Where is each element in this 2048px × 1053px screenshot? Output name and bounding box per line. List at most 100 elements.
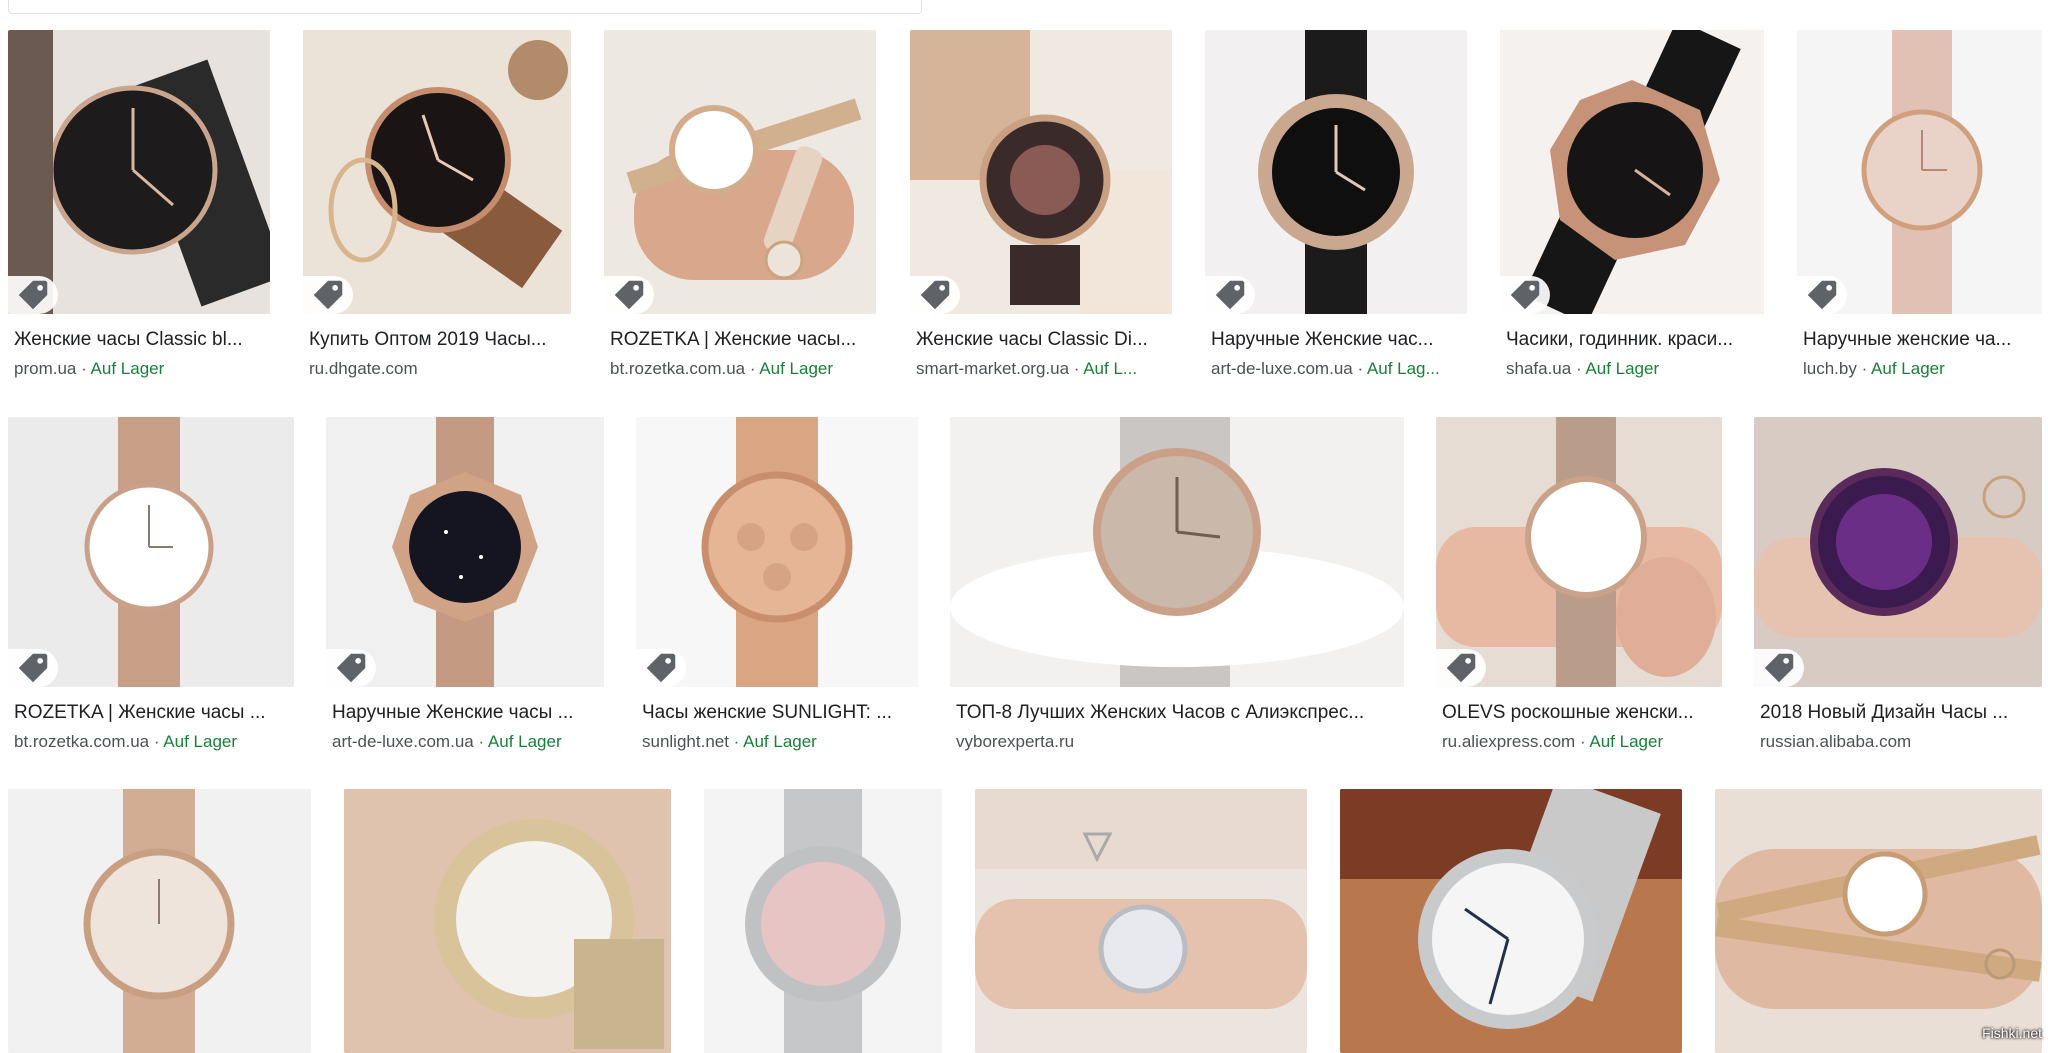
result-title[interactable]: ROZETKA | Женские часы...	[604, 328, 876, 352]
result-thumbnail[interactable]	[704, 789, 942, 1053]
stock-status: Auf Lager	[487, 732, 562, 751]
image-result[interactable]	[344, 789, 671, 1053]
result-title[interactable]: Женские часы Classic Di...	[910, 328, 1172, 352]
result-title[interactable]: 2018 Новый Дизайн Часы ...	[1754, 701, 2042, 725]
result-thumbnail[interactable]	[8, 30, 270, 314]
tag-icon[interactable]	[8, 276, 58, 314]
result-thumbnail[interactable]	[975, 789, 1307, 1053]
result-title[interactable]: Женские часы Classic bl...	[8, 328, 270, 352]
tag-icon[interactable]	[1205, 276, 1255, 314]
result-title[interactable]: ТОП-8 Лучших Женских Часов с Алиэкспрес.…	[950, 701, 1404, 725]
result-title[interactable]: ROZETKA | Женские часы ...	[8, 701, 294, 725]
image-result[interactable]: Часики, годинник. краси... shafa.ua · Au…	[1500, 30, 1764, 380]
image-result[interactable]	[1715, 789, 2042, 1053]
tag-icon[interactable]	[910, 276, 960, 314]
result-thumbnail[interactable]	[636, 417, 918, 687]
result-thumbnail[interactable]	[1205, 30, 1467, 314]
image-result[interactable]: OLEVS роскошные женски... ru.aliexpress.…	[1436, 417, 1722, 753]
result-source: art-de-luxe.com.ua · Auf Lag...	[1211, 359, 1440, 378]
stock-status: Auf Lager	[1589, 732, 1664, 751]
watch-image	[1715, 789, 2042, 1053]
image-result[interactable]	[1340, 789, 1682, 1053]
image-result[interactable]: ТОП-8 Лучших Женских Часов с Алиэкспрес.…	[950, 417, 1404, 753]
watch-image	[704, 789, 942, 1053]
tag-icon[interactable]	[326, 649, 376, 687]
source-domain: bt.rozetka.com.ua	[610, 359, 746, 378]
result-thumbnail[interactable]	[8, 417, 294, 687]
result-thumbnail[interactable]	[344, 789, 671, 1053]
watch-image	[1754, 417, 2042, 687]
result-source: smart-market.org.ua · Auf L...	[916, 359, 1138, 378]
stock-status: Auf Lager	[163, 732, 238, 751]
image-result[interactable]	[8, 789, 311, 1053]
stock-status: Auf Lager	[759, 359, 834, 378]
image-result[interactable]: Купить Оптом 2019 Часы... ru.dhgate.com	[303, 30, 571, 380]
result-title[interactable]: Часики, годинник. краси...	[1500, 328, 1764, 352]
image-result[interactable]: ROZETKA | Женские часы ... bt.rozetka.co…	[8, 417, 294, 753]
stock-status: Auf Lager	[743, 732, 817, 751]
result-source: ru.dhgate.com	[303, 358, 571, 380]
tag-icon[interactable]	[303, 276, 353, 314]
image-result[interactable]: Наручные женские ча... luch.by · Auf Lag…	[1797, 30, 2042, 380]
image-result[interactable]: 2018 Новый Дизайн Часы ... russian.aliba…	[1754, 417, 2042, 753]
result-thumbnail[interactable]	[910, 30, 1172, 314]
image-result[interactable]: Часы женские SUNLIGHT: ... sunlight.net …	[636, 417, 918, 753]
tag-icon[interactable]	[1500, 276, 1550, 314]
watch-image	[8, 417, 294, 687]
result-title[interactable]: Часы женские SUNLIGHT: ...	[636, 701, 918, 725]
watch-image	[636, 417, 918, 687]
source-domain: russian.alibaba.com	[1760, 732, 1912, 751]
search-box[interactable]	[8, 0, 922, 14]
watch-image	[975, 789, 1307, 1053]
source-domain: bt.rozetka.com.ua	[14, 732, 150, 751]
image-result[interactable]: Женские часы Classic Di... smart-market.…	[910, 30, 1172, 380]
tag-icon[interactable]	[8, 649, 58, 687]
result-source: bt.rozetka.com.ua · Auf Lager	[610, 359, 834, 378]
source-domain: luch.by	[1803, 359, 1857, 378]
image-result[interactable]: Женские часы Classic bl... prom.ua · Auf…	[8, 30, 270, 380]
watch-image	[1340, 789, 1682, 1053]
result-source: bt.rozetka.com.ua · Auf Lager	[14, 732, 238, 751]
result-title[interactable]: OLEVS роскошные женски...	[1436, 701, 1722, 725]
result-thumbnail[interactable]	[1436, 417, 1722, 687]
source-domain: ru.aliexpress.com	[1442, 732, 1576, 751]
result-source: shafa.ua · Auf Lager	[1506, 359, 1660, 378]
result-source: vyborexperta.ru	[950, 731, 1404, 753]
result-thumbnail[interactable]	[950, 417, 1404, 687]
result-thumbnail[interactable]	[604, 30, 876, 314]
result-thumbnail[interactable]	[1754, 417, 2042, 687]
result-thumbnail[interactable]	[1340, 789, 1682, 1053]
watch-image	[326, 417, 604, 687]
watch-image	[1500, 30, 1764, 314]
result-thumbnail[interactable]	[1500, 30, 1764, 314]
tag-icon[interactable]	[636, 649, 686, 687]
tag-icon[interactable]	[1754, 649, 1804, 687]
result-title[interactable]: Наручные Женские часы ...	[326, 701, 604, 725]
stock-status: Auf Lager	[1871, 359, 1945, 378]
watch-image	[8, 30, 270, 314]
image-result[interactable]: Наручные Женские часы ... art-de-luxe.co…	[326, 417, 604, 753]
source-domain: smart-market.org.ua	[916, 359, 1070, 378]
tag-icon[interactable]	[604, 276, 654, 314]
watch-image	[344, 789, 671, 1053]
result-thumbnail[interactable]	[1715, 789, 2042, 1053]
result-source: sunlight.net · Auf Lager	[642, 732, 817, 751]
source-domain: vyborexperta.ru	[956, 732, 1075, 751]
result-title[interactable]: Купить Оптом 2019 Часы...	[303, 328, 571, 352]
image-result[interactable]: ROZETKA | Женские часы... bt.rozetka.com…	[604, 30, 876, 380]
result-thumbnail[interactable]	[303, 30, 571, 314]
tag-icon[interactable]	[1436, 649, 1486, 687]
result-thumbnail[interactable]	[8, 789, 311, 1053]
image-result[interactable]: Наручные Женские час... art-de-luxe.com.…	[1205, 30, 1467, 380]
result-source: russian.alibaba.com	[1754, 731, 2042, 753]
result-title[interactable]: Наручные женские ча...	[1797, 328, 2042, 352]
result-title[interactable]: Наручные Женские час...	[1205, 328, 1467, 352]
image-result[interactable]	[704, 789, 942, 1053]
result-thumbnail[interactable]	[326, 417, 604, 687]
source-domain: ru.dhgate.com	[309, 359, 418, 378]
result-thumbnail[interactable]	[1797, 30, 2042, 314]
source-domain: art-de-luxe.com.ua	[1211, 359, 1353, 378]
tag-icon[interactable]	[1797, 276, 1847, 314]
result-source: prom.ua · Auf Lager	[14, 359, 165, 378]
image-result[interactable]	[975, 789, 1307, 1053]
